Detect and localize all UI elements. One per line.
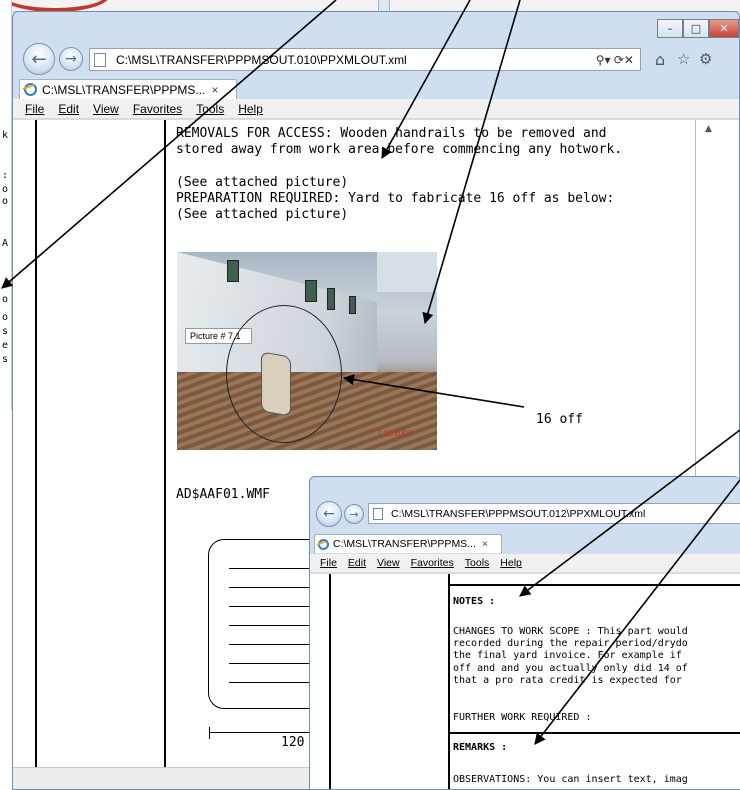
photo-sky (377, 252, 437, 292)
back-arrow-icon[interactable]: ← (23, 43, 55, 75)
document-content-second: NOTES : CHANGES TO WORK SCOPE : This par… (310, 574, 740, 789)
ie-icon (24, 83, 37, 96)
maximize-button[interactable]: □ (683, 19, 709, 38)
tab-title: C:\MSL\TRANSFER\PPPMS... (42, 82, 206, 97)
tab-active[interactable]: C:\MSL\TRANSFER\PPPMS... × (314, 534, 502, 553)
menu-file[interactable]: File (25, 102, 44, 116)
address-bar-second[interactable]: C:\MSL\TRANSFER\PPPMSOUT.012\PPXMLOUT.xm… (368, 503, 740, 524)
menu-favorites[interactable]: Favorites (411, 557, 454, 569)
table-border-left (35, 120, 37, 789)
photo-window (227, 260, 239, 282)
bg-fragment: e (2, 340, 9, 351)
image-filename: AD$AAF01.WMF (176, 487, 270, 502)
bg-fragment: k (2, 130, 9, 141)
close-button[interactable]: ✕ (709, 19, 739, 38)
callout-16-off: 16 off (536, 412, 583, 427)
bg-fragment: s (2, 326, 9, 337)
menu-favorites[interactable]: Favorites (133, 102, 182, 116)
observations-text: OBSERVATIONS: You can insert text, imag (453, 774, 688, 785)
home-icon[interactable]: ⌂ (655, 50, 665, 69)
navigation-bar: ← → C:\MSL\TRANSFER\PPPMSOUT.010\PPXMLOU… (13, 42, 739, 76)
table-border-middle (448, 574, 450, 789)
menu-help[interactable]: Help (500, 557, 522, 569)
menu-edit[interactable]: Edit (58, 102, 79, 116)
changes-to-work-scope: CHANGES TO WORK SCOPE : This part would … (453, 626, 688, 686)
page-icon (373, 507, 383, 520)
highlight-circle (226, 305, 342, 443)
bg-fragment: : (2, 170, 9, 181)
scroll-up-icon[interactable]: ▲ (705, 124, 712, 134)
favorites-star-icon[interactable]: ☆ (677, 50, 690, 68)
picture-date: 7 11 2007 (377, 429, 412, 438)
back-arrow-icon[interactable]: ← (316, 501, 342, 527)
remarks-heading: REMARKS : (453, 742, 508, 753)
tab-strip: C:\MSL\TRANSFER\PPPMS... × (13, 76, 739, 99)
ie-icon (318, 538, 329, 550)
menu-help[interactable]: Help (238, 102, 263, 116)
address-bar[interactable]: C:\MSL\TRANSFER\PPPMSOUT.010\PPXMLOUT.xm… (89, 48, 641, 71)
tab-strip-second: C:\MSL\TRANSFER\PPPMS... × (310, 531, 740, 553)
address-text: C:\MSL\TRANSFER\PPPMSOUT.012\PPXMLOUT.xm… (391, 507, 646, 520)
menu-edit[interactable]: Edit (348, 557, 366, 569)
dimension-tick (209, 727, 210, 739)
background-window-sliver: k : o o A o o s e s (0, 0, 12, 410)
menu-tools[interactable]: Tools (196, 102, 224, 116)
search-dropdown-icon[interactable]: ⚲▾ ⟳✕ (596, 53, 634, 67)
dimension-label: 120 (281, 735, 305, 750)
tab-active[interactable]: C:\MSL\TRANSFER\PPPMS... × (19, 79, 237, 99)
menu-view[interactable]: View (93, 102, 119, 116)
gear-icon[interactable]: ⚙ (699, 50, 712, 68)
tab-close-icon[interactable]: × (482, 538, 488, 550)
forward-arrow-icon[interactable]: → (59, 47, 83, 71)
menu-tools[interactable]: Tools (465, 557, 490, 569)
forward-arrow-icon[interactable]: → (344, 504, 364, 524)
page-icon (94, 52, 106, 67)
section-rule (450, 584, 740, 586)
photo-window (349, 296, 356, 314)
bg-fragment: s (2, 354, 9, 365)
window-controls: – □ ✕ (657, 19, 739, 38)
table-border-middle (164, 120, 166, 789)
table-border-left (329, 574, 331, 789)
minimize-button[interactable]: – (657, 19, 683, 38)
bg-fragment: o (2, 184, 9, 195)
removals-text: REMOVALS FOR ACCESS: Wooden handrails to… (176, 126, 623, 223)
menu-view[interactable]: View (377, 557, 400, 569)
browser-window-second: ← → C:\MSL\TRANSFER\PPPMSOUT.012\PPXMLOU… (309, 476, 740, 790)
section-rule (450, 732, 740, 734)
menu-file[interactable]: File (320, 557, 337, 569)
bg-fragment: A (2, 238, 9, 249)
menu-bar-second: File Edit View Favorites Tools Help (310, 554, 740, 573)
tab-close-icon[interactable]: × (211, 83, 218, 97)
bg-fragment: o (2, 312, 9, 323)
bg-fragment: o (2, 196, 9, 207)
further-work-required: FURTHER WORK REQUIRED : (453, 712, 592, 723)
address-text: C:\MSL\TRANSFER\PPPMSOUT.010\PPXMLOUT.xm… (116, 52, 407, 67)
navigation-bar-second: ← → C:\MSL\TRANSFER\PPPMSOUT.012\PPXMLOU… (310, 499, 740, 529)
dimension-line (209, 732, 319, 733)
menu-bar: File Edit View Favorites Tools Help (13, 99, 739, 119)
photo-window (327, 288, 335, 310)
photo-window (305, 280, 317, 302)
notes-heading: NOTES : (453, 596, 496, 607)
bg-fragment: o (2, 294, 9, 305)
tab-title: C:\MSL\TRANSFER\PPPMS... (333, 538, 476, 550)
